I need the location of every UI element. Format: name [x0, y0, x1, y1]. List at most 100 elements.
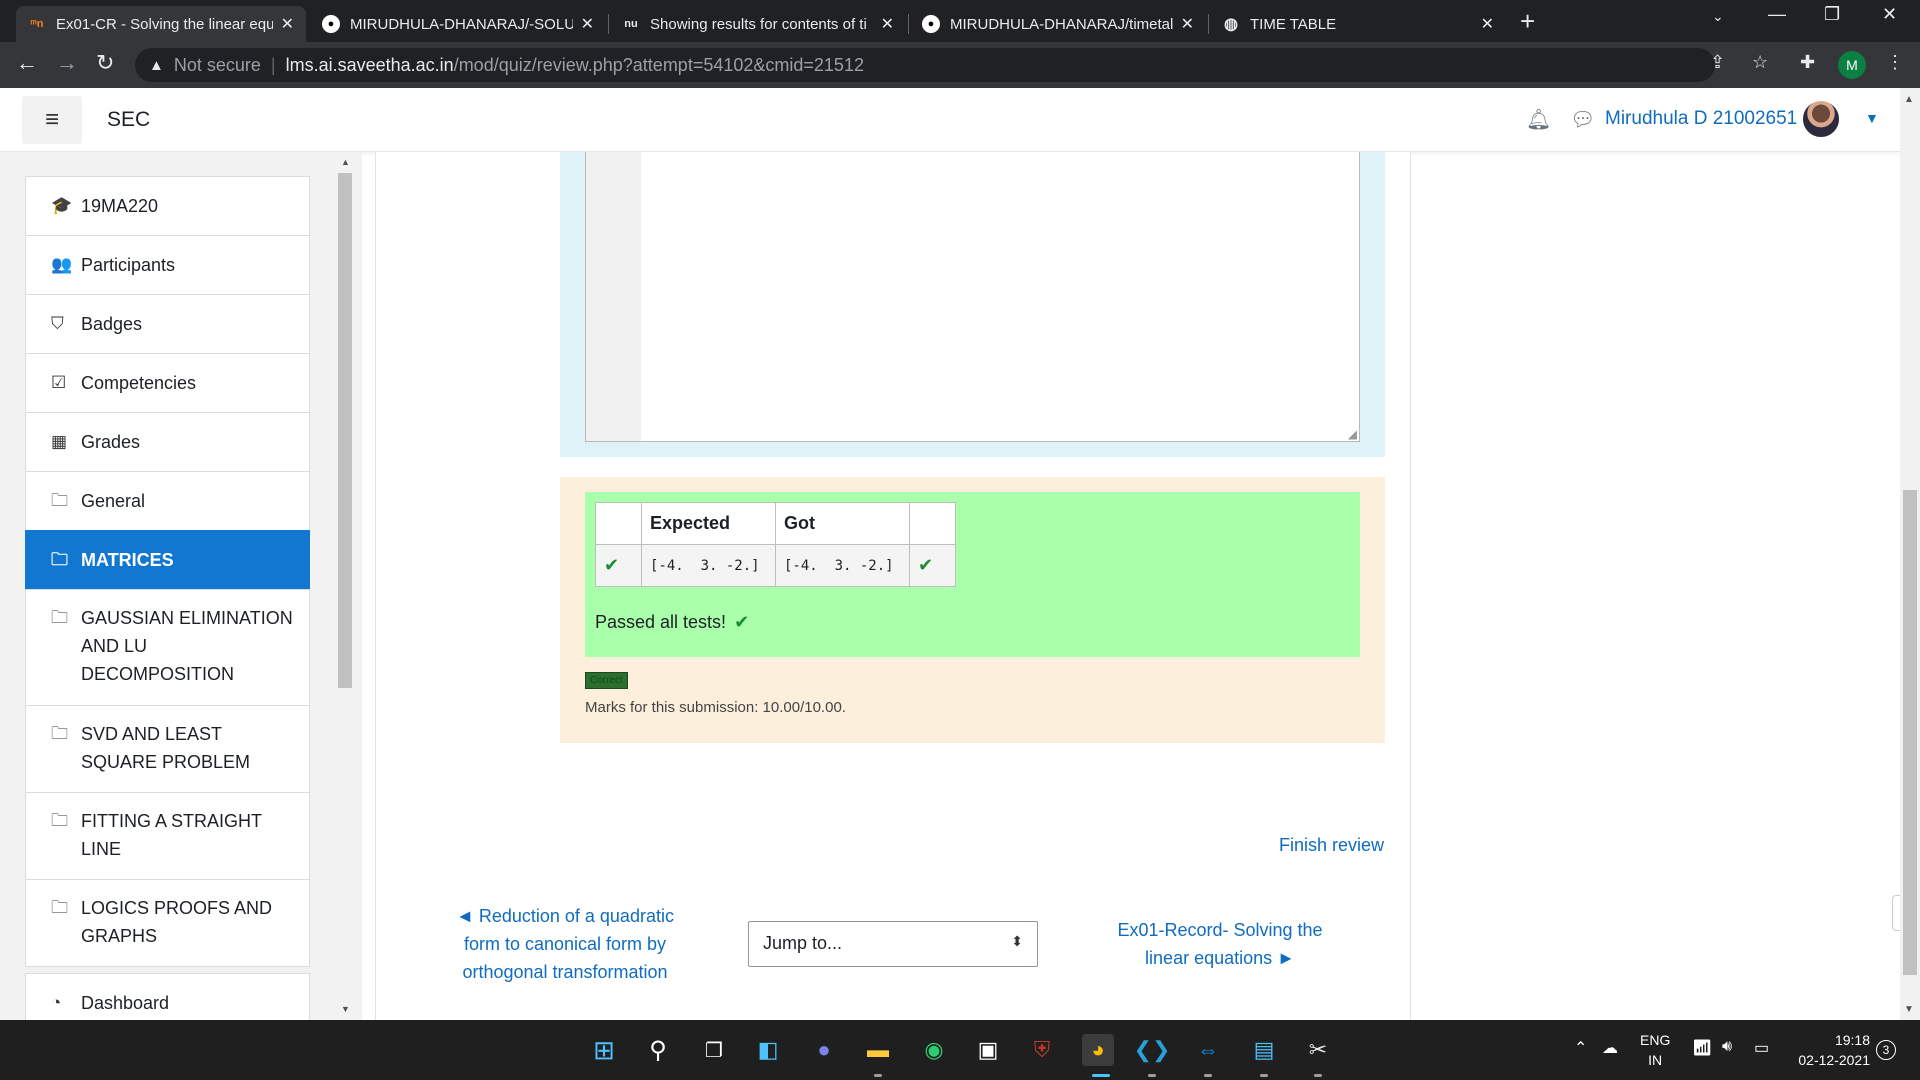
browser-tab[interactable]: ● MIRUDHULA-DHANARAJ/-SOLU ✕ [310, 6, 606, 42]
column-header-got: Got [775, 502, 910, 545]
drawer-item-label: General [81, 491, 146, 511]
jump-to-select[interactable]: Jump to... ⬍ [748, 921, 1038, 967]
close-icon[interactable]: ✕ [1181, 14, 1194, 34]
windows-start-icon[interactable]: ⊞ [588, 1034, 620, 1066]
moodle-icon: ᵐn [30, 18, 44, 30]
volume-icon[interactable]: 🔊︎ [1722, 1038, 1732, 1056]
previous-activity-link[interactable]: ◄ Reduction of a quadratic form to canon… [440, 902, 690, 986]
vscode-icon[interactable]: ❮❯ [1134, 1034, 1171, 1066]
bookmark-star-icon[interactable]: ☆ [1752, 52, 1768, 73]
resize-grip-icon[interactable]: ◢ [1348, 427, 1357, 441]
close-window-icon[interactable]: ✕ [1882, 4, 1897, 25]
close-icon[interactable]: ✕ [881, 14, 894, 34]
finish-review-link[interactable]: Finish review [1279, 835, 1384, 856]
new-tab-icon[interactable]: + [1520, 6, 1535, 37]
close-icon[interactable]: ✕ [1481, 14, 1494, 34]
address-divider: | [270, 54, 276, 75]
drawer-item-label: Participants [81, 255, 176, 275]
menu-kebab-icon[interactable]: ⋮ [1886, 52, 1904, 73]
pass-cell: ✔ [909, 544, 956, 587]
language-indicator[interactable]: ENG IN [1640, 1030, 1670, 1070]
drawer-item-grades[interactable]: ▦ Grades [25, 412, 310, 471]
task-view-icon[interactable]: ❐ [698, 1034, 730, 1066]
browser-toolbar: ← → ↻ ▲ Not secure | lms.ai.saveetha.ac.… [0, 42, 1920, 88]
widgets-icon[interactable]: ◧ [752, 1034, 784, 1066]
warning-icon: ▲ [149, 56, 164, 74]
forward-icon[interactable]: → [56, 50, 78, 76]
chevron-up-icon[interactable]: ⌃ [1574, 1038, 1587, 1058]
onedrive-cloud-icon[interactable]: ☁ [1602, 1038, 1618, 1058]
wifi-icon[interactable]: 📶︎ [1692, 1038, 1712, 1058]
security-label[interactable]: Not secure [174, 55, 261, 76]
scroll-down-icon[interactable]: ▼ [1904, 1004, 1914, 1015]
mcafee-icon[interactable]: ⛨ [1026, 1034, 1058, 1066]
notepad-icon[interactable]: ▤ [1248, 1034, 1280, 1066]
page-scroll-thumb[interactable] [1903, 490, 1917, 975]
drawer-item-svd[interactable]: 🗀 SVD AND LEAST SQUARE PROBLEM [25, 705, 310, 792]
close-icon[interactable]: ✕ [581, 14, 594, 34]
restore-icon[interactable]: ❐ [1824, 4, 1840, 25]
extensions-icon[interactable]: ✚ [1800, 52, 1815, 73]
folder-icon: 🗀 [51, 608, 68, 627]
avatar[interactable] [1801, 99, 1841, 139]
hamburger-menu-icon[interactable]: ≡ [22, 96, 82, 144]
edge-icon[interactable]: ◉ [918, 1034, 950, 1066]
scroll-down-icon[interactable]: ▼ [341, 1004, 350, 1014]
scroll-up-icon[interactable]: ▲ [1904, 94, 1914, 105]
drawer-item-label: LOGICS PROOFS AND GRAPHS [81, 898, 273, 946]
drawer-item-dashboard[interactable]: ◔ Dashboard [25, 973, 310, 1020]
drawer-item-label: SVD AND LEAST SQUARE PROBLEM [81, 724, 251, 772]
drawer-item-matrices[interactable]: 🗀 MATRICES [25, 530, 310, 589]
drawer-scroll-thumb[interactable] [338, 173, 352, 688]
user-name[interactable]: Mirudhula D 21002651 | [1605, 108, 1807, 130]
browser-tab[interactable]: ᵐn Ex01-CR - Solving the linear equa ✕ [16, 6, 306, 42]
minimize-icon[interactable]: — [1768, 4, 1786, 25]
folder-icon: 🗀 [51, 724, 68, 743]
chrome-icon[interactable]: ◕ [1082, 1034, 1114, 1066]
share-icon[interactable]: ⇪ [1710, 52, 1725, 73]
browser-tab[interactable]: ◍ TIME TABLE ✕ [1210, 6, 1506, 42]
clock[interactable]: 19:18 02-12-2021 [1795, 1030, 1870, 1070]
notification-count-badge[interactable]: 3 [1876, 1040, 1896, 1060]
store-icon[interactable]: ▣ [972, 1034, 1004, 1066]
code-answer-editor[interactable]: ◢ [585, 152, 1360, 442]
reload-icon[interactable]: ↻ [96, 50, 114, 76]
github-icon: ● [322, 15, 340, 33]
scroll-up-icon[interactable]: ▲ [341, 157, 350, 167]
drawer-item-label: 19MA220 [81, 196, 159, 216]
drawer-item-general[interactable]: 🗀 General [25, 471, 310, 530]
language-code: ENG [1640, 1032, 1671, 1048]
page-scrollbar[interactable]: ▲ ▼ [1900, 88, 1920, 1020]
caret-down-icon[interactable]: ▼ [1865, 110, 1879, 126]
back-icon[interactable]: ← [16, 50, 38, 76]
status-badge: Correct [585, 672, 628, 689]
drawer-item-fitting[interactable]: 🗀 FITTING A STRAIGHT LINE [25, 792, 310, 879]
folder-icon: 🗀 [51, 898, 68, 917]
battery-icon[interactable]: ▭ [1754, 1038, 1769, 1058]
teams-chat-icon[interactable]: ● [808, 1034, 840, 1066]
close-icon[interactable]: ✕ [281, 14, 294, 34]
drawer-item-gaussian[interactable]: 🗀 GAUSSIAN ELIMINATION AND LU DECOMPOSIT… [25, 589, 310, 705]
search-icon[interactable]: ⚲ [642, 1034, 674, 1066]
folder-icon: 🗀 [51, 811, 68, 830]
drawer-item-participants[interactable]: 👥 Participants [25, 235, 310, 294]
drawer-scrollbar[interactable]: ▲ ▼ [336, 152, 356, 1020]
bell-icon[interactable]: 🔔︎ [1526, 107, 1551, 132]
next-activity-link[interactable]: Ex01-Record- Solving the linear equation… [1100, 916, 1340, 972]
tab-search-icon[interactable]: ⌄ [1712, 8, 1724, 25]
teamviewer-icon[interactable]: ⇔ [1192, 1034, 1224, 1066]
drawer-item-competencies[interactable]: ☑ Competencies [25, 353, 310, 412]
snipping-tool-icon[interactable]: ✂ [1302, 1034, 1334, 1066]
site-name[interactable]: SEC [107, 108, 150, 132]
drawer-item-course[interactable]: 🎓 19MA220 [25, 176, 310, 235]
active-indicator [1092, 1074, 1110, 1077]
drawer-item-badges[interactable]: ⛉ Badges [25, 294, 310, 353]
chat-icon[interactable]: 💬︎ [1570, 107, 1595, 132]
address-bar[interactable]: ▲ Not secure | lms.ai.saveetha.ac.in/mod… [135, 48, 1715, 82]
profile-avatar[interactable]: M [1838, 51, 1866, 79]
browser-tab[interactable]: nu Showing results for contents of ti ✕ [610, 6, 906, 42]
select-arrows-icon: ⬍ [1011, 933, 1023, 949]
drawer-item-logics[interactable]: 🗀 LOGICS PROOFS AND GRAPHS [25, 879, 310, 967]
file-explorer-icon[interactable]: ▬ [862, 1034, 894, 1066]
browser-tab[interactable]: ● MIRUDHULA-DHANARAJ/timetal ✕ [910, 6, 1206, 42]
